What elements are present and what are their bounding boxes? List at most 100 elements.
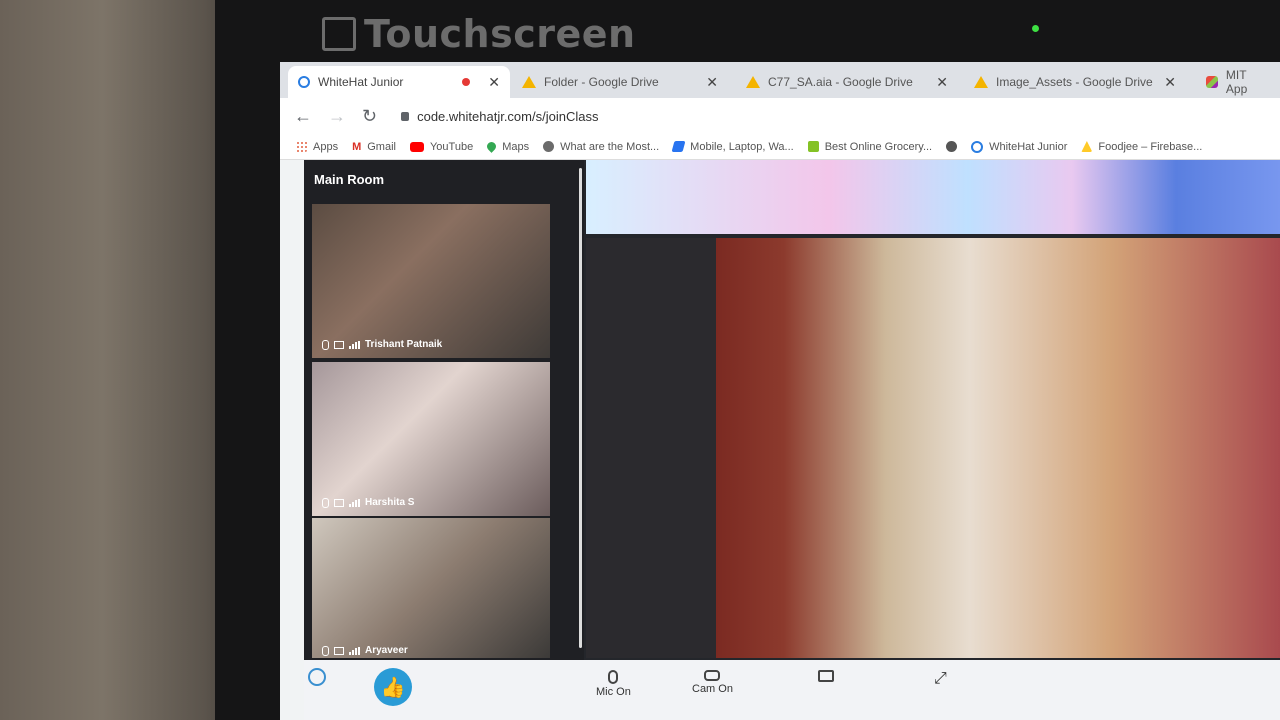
recording-indicator-icon — [462, 78, 471, 86]
lock-icon — [401, 111, 410, 121]
participant-tile[interactable]: Harshita S — [312, 362, 550, 516]
mit-app-icon — [1206, 76, 1218, 88]
tab-image-assets-google-drive[interactable]: Image_Assets - Google Drive ✕ — [964, 66, 1186, 98]
whitehat-icon — [298, 76, 310, 88]
bookmark-label: Maps — [502, 140, 530, 153]
browser-toolbar: ← → ↻ code.whitehatjr.com/s/joinClass — [280, 98, 1280, 134]
participants-icon[interactable] — [308, 668, 326, 686]
teacher-video — [586, 238, 1280, 658]
camera-icon — [334, 498, 344, 507]
class-app: Main Room Trishant Patnaik Harshita S Ar… — [304, 160, 1280, 720]
call-controls: 👍 Mic On Cam On ⤢ — [304, 660, 1280, 720]
mic-icon — [322, 339, 329, 350]
bookmark-foodjee-firebase[interactable]: Foodjee – Firebase... — [1081, 141, 1202, 153]
bookmark-gmail[interactable]: M Gmail — [352, 140, 396, 154]
class-banner — [586, 160, 1280, 234]
globe-icon — [543, 141, 555, 152]
bookmark-whitehat-junior[interactable]: WhiteHat Junior — [971, 140, 1068, 153]
screen-share-icon — [818, 670, 834, 682]
fullscreen-icon: ⤢ — [934, 670, 947, 687]
bookmarks-bar: Apps M Gmail YouTube Maps What are the M… — [280, 134, 1280, 160]
tab-title: Folder - Google Drive — [544, 75, 659, 89]
camera-label: Cam On — [692, 683, 733, 695]
teacher-video-feed — [716, 238, 1280, 658]
participant-status-bar: Aryaveer — [322, 645, 408, 656]
browser-window: WhiteHat Junior ✕ Folder - Google Drive … — [280, 62, 1280, 720]
mic-icon — [322, 497, 329, 508]
bookmark-youtube[interactable]: YouTube — [409, 140, 474, 153]
google-drive-icon — [522, 76, 536, 88]
bookmark-label: Best Online Grocery... — [824, 140, 933, 153]
tab-c77-google-drive[interactable]: C77_SA.aia - Google Drive ✕ — [736, 66, 958, 98]
signal-strength-icon — [349, 340, 360, 349]
bookmark-label: Mobile, Laptop, Wa... — [690, 140, 794, 153]
close-icon[interactable]: ✕ — [936, 74, 948, 91]
bookmark-maps[interactable]: Maps — [485, 140, 530, 153]
maps-icon — [485, 140, 499, 153]
signal-strength-icon — [349, 498, 360, 507]
tab-title: Image_Assets - Google Drive — [996, 75, 1153, 89]
thumbs-up-button[interactable]: 👍 — [374, 668, 412, 706]
tab-whitehat-junior[interactable]: WhiteHat Junior ✕ — [288, 66, 510, 98]
participant-name: Aryaveer — [365, 645, 408, 656]
bookmark-apps[interactable]: Apps — [296, 141, 338, 153]
tab-folder-google-drive[interactable]: Folder - Google Drive ✕ — [512, 66, 728, 98]
mic-button[interactable]: Mic On — [596, 670, 631, 698]
bookmark-label: WhiteHat Junior — [989, 140, 1068, 153]
youtube-icon — [409, 141, 424, 152]
close-icon[interactable]: ✕ — [706, 74, 718, 91]
bookmark-online-grocery[interactable]: Best Online Grocery... — [807, 140, 933, 153]
google-drive-icon — [746, 76, 760, 88]
bookmark-label: Gmail — [367, 140, 396, 153]
bezel-brand-label: Touchscreen — [322, 12, 636, 56]
reload-icon[interactable]: ↻ — [362, 106, 377, 127]
participants-panel: Main Room Trishant Patnaik Harshita S Ar… — [304, 160, 584, 660]
forward-arrow-icon[interactable]: → — [328, 106, 346, 127]
bookmark-label: YouTube — [429, 140, 474, 153]
tab-mit-app[interactable]: MIT App — [1196, 66, 1280, 98]
signal-strength-icon — [349, 646, 360, 655]
mic-label: Mic On — [596, 686, 631, 698]
apps-grid-icon — [296, 141, 307, 152]
camera-button[interactable]: Cam On — [692, 670, 733, 695]
bookmark-globe[interactable] — [946, 141, 958, 152]
fullscreen-button[interactable]: ⤢ — [934, 670, 947, 688]
bookmark-label: Apps — [313, 140, 339, 153]
address-bar[interactable]: code.whitehatjr.com/s/joinClass — [401, 109, 598, 124]
close-icon[interactable]: ✕ — [1164, 74, 1176, 91]
participant-status-bar: Harshita S — [322, 497, 414, 508]
camera-icon — [334, 646, 344, 655]
globe-icon — [946, 141, 958, 152]
back-arrow-icon[interactable]: ← — [294, 106, 312, 127]
participant-status-bar: Trishant Patnaik — [322, 339, 442, 350]
participant-name: Harshita S — [365, 497, 415, 508]
tab-title: C77_SA.aia - Google Drive — [768, 75, 913, 89]
camera-icon — [334, 340, 344, 349]
gmail-icon: M — [352, 141, 362, 153]
flipkart-icon — [671, 141, 686, 152]
participant-tile[interactable]: Aryaveer — [312, 518, 550, 658]
participant-name: Trishant Patnaik — [365, 339, 443, 350]
bookmark-label: Foodjee – Firebase... — [1098, 140, 1203, 153]
mic-icon — [608, 670, 619, 684]
camera-icon — [704, 670, 721, 681]
room-title: Main Room — [314, 172, 385, 187]
bigbasket-icon — [807, 141, 819, 152]
whitehat-icon — [971, 140, 984, 153]
bezel-label-text: Touchscreen — [364, 12, 636, 56]
bookmark-mobile-laptop[interactable]: Mobile, Laptop, Wa... — [671, 140, 794, 153]
participants-scrollbar[interactable] — [579, 168, 582, 648]
bookmark-what-are-the-most[interactable]: What are the Most... — [543, 141, 659, 153]
participant-tile[interactable]: Trishant Patnaik — [312, 204, 550, 358]
tab-strip: WhiteHat Junior ✕ Folder - Google Drive … — [280, 62, 1280, 98]
mic-icon — [322, 645, 329, 656]
tab-title: MIT App — [1225, 68, 1248, 96]
webcam-indicator-icon — [1032, 25, 1039, 32]
bookmark-label: What are the Most... — [560, 140, 660, 153]
tab-title: WhiteHat Junior — [318, 75, 404, 89]
google-drive-icon — [974, 76, 988, 88]
firebase-icon — [1081, 141, 1093, 152]
screen-share-button[interactable] — [818, 670, 834, 682]
url-text: code.whitehatjr.com/s/joinClass — [417, 108, 599, 124]
close-icon[interactable]: ✕ — [488, 74, 500, 91]
